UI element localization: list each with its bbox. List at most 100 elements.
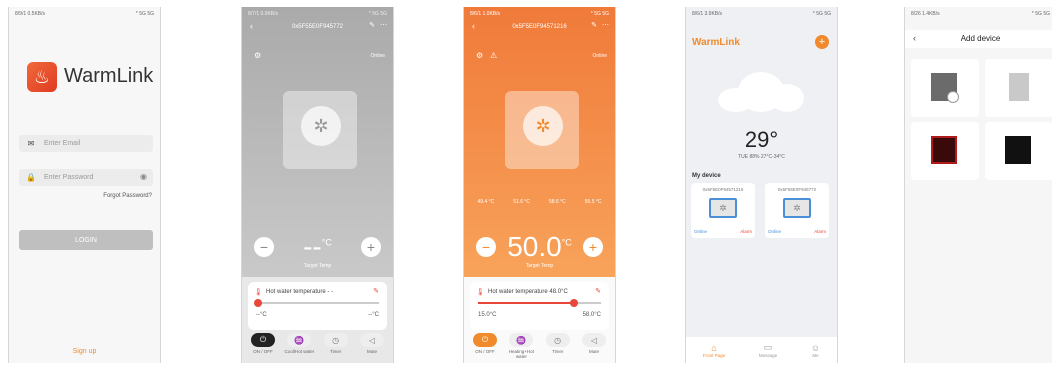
more-icon[interactable]: ⋯ xyxy=(380,21,387,29)
signup-link[interactable]: Sign up xyxy=(9,348,160,355)
status-right: * 5G 5G xyxy=(368,11,387,17)
hot-water-slider[interactable] xyxy=(254,299,379,307)
device-card[interactable]: 0x5F55E0F945772 ✲ Online Alarm xyxy=(765,183,829,238)
device-screen-off: 8/7/1 0.9KB/s * 5G 5G ‹ 0x5F55E0F945772 … xyxy=(241,7,394,363)
thermometer-icon: 🌡 xyxy=(476,289,485,296)
forgot-password-link[interactable]: Forgot Password? xyxy=(103,193,152,199)
heat-pump-thumb xyxy=(931,73,959,103)
hot-water-label: Hot water temperature xyxy=(266,289,326,295)
power-button[interactable]: ⏻ ON / OFF xyxy=(246,333,280,354)
mute-button[interactable]: ◁ Mute xyxy=(577,333,611,359)
device-status: Online Alarm xyxy=(768,229,826,234)
status-right: * 5G 5G xyxy=(812,11,831,17)
more-icon[interactable]: ⋯ xyxy=(602,21,609,29)
alarm-status: Alarm xyxy=(740,229,752,234)
decrease-button[interactable]: − xyxy=(476,237,496,257)
tab-me[interactable]: ☺ Me xyxy=(811,343,820,358)
online-status: Online xyxy=(592,53,607,59)
back-icon[interactable]: ‹ xyxy=(472,21,475,31)
temperature-unit: °C xyxy=(321,237,332,248)
timer-button[interactable]: ◷ Timer xyxy=(319,333,353,354)
settings-icon[interactable]: ⚙ xyxy=(254,51,261,60)
edit-icon[interactable]: ✎ xyxy=(595,287,601,295)
power-icon: ⏻ xyxy=(251,333,275,347)
power-button[interactable]: ⏻ ON / OFF xyxy=(468,333,502,359)
timer-icon: ◷ xyxy=(545,333,570,347)
controller-thumb xyxy=(931,136,957,164)
edit-icon[interactable]: ✎ xyxy=(369,21,375,29)
weather-details: TUE 88% 27°C-34°C xyxy=(738,154,785,160)
login-button[interactable]: LOGIN xyxy=(19,230,153,250)
water-icon: ♒ xyxy=(509,333,534,347)
status-left: 8/6/1 1.0KB/s xyxy=(470,11,501,17)
mode-button[interactable]: ♒ Heating+Hot water xyxy=(504,333,538,359)
slider-knob[interactable] xyxy=(569,299,578,307)
device-header: 8/7/1 0.9KB/s * 5G 5G ‹ 0x5F55E0F945772 … xyxy=(242,7,393,277)
device-screen-on: 8/6/1 1.0KB/s * 5G 5G ‹ 0x5F5E0F94571216… xyxy=(463,7,616,363)
mode-label: ON / OFF xyxy=(475,349,495,354)
speaker-icon: ◁ xyxy=(581,333,606,347)
increase-button[interactable]: + xyxy=(361,237,381,257)
mode-label: Timer xyxy=(329,349,342,354)
email-field[interactable]: ✉ Enter Email xyxy=(19,135,153,152)
temperature-unit: °C xyxy=(561,237,572,248)
mail-icon: ✉ xyxy=(27,139,35,148)
settings-icon[interactable]: ⚙ xyxy=(476,51,483,60)
screenshot-page: 8/9/1 0.5KB/s * 5G 5G ♨ WarmLink ✉ Enter… xyxy=(0,0,1052,369)
heat-pump-image: ✲ xyxy=(505,91,579,169)
add-device-button[interactable]: + xyxy=(815,35,829,49)
eye-icon[interactable]: ◉ xyxy=(140,172,147,181)
home-screen: 8/6/1 3.9KB/s * 5G 5G WarmLink + 29° TUE… xyxy=(685,7,838,363)
cloud-icon xyxy=(718,72,804,112)
temperature-value: -- xyxy=(303,231,322,262)
mode-label: Cool/Hot water xyxy=(284,349,315,354)
range-min: --°C xyxy=(256,312,267,318)
fan-icon: ✲ xyxy=(301,106,341,146)
online-status: Online xyxy=(370,53,385,59)
device-type-tile[interactable] xyxy=(911,122,979,180)
device-card[interactable]: 0x5F5E0F94571216 ✲ Online Alarm xyxy=(691,183,755,238)
timer-button[interactable]: ◷ Timer xyxy=(541,333,575,359)
add-device-screen: 8/26 1.4KB/s * 5G 5G ‹ Add device xyxy=(904,7,1052,363)
device-title: 0x5F55E0F945772 xyxy=(291,24,344,30)
device-type-tile[interactable] xyxy=(985,122,1052,180)
range-max: 58.0°C xyxy=(582,312,601,318)
lock-icon: 🔒 xyxy=(26,173,36,182)
increase-button[interactable]: + xyxy=(583,237,603,257)
tab-front-page[interactable]: ⌂ Front Page xyxy=(703,343,725,358)
reading: 51.6 °C xyxy=(513,199,530,205)
mode-button[interactable]: ♒ Cool/Hot water xyxy=(282,333,316,354)
mute-button[interactable]: ◁ Mute xyxy=(355,333,389,354)
decrease-button[interactable]: − xyxy=(254,237,274,257)
range-min: 15.0°C xyxy=(478,312,497,318)
hot-water-slider[interactable] xyxy=(478,299,601,307)
speaker-icon: ◁ xyxy=(359,333,384,347)
water-icon: ♒ xyxy=(287,333,312,347)
password-field[interactable]: 🔒 Enter Password ◉ xyxy=(19,169,153,186)
tab-bar: ⌂ Front Page ▭ Message ☺ Me xyxy=(686,337,837,363)
tab-message[interactable]: ▭ Message xyxy=(759,342,777,358)
temperature-value: 50.0 xyxy=(507,231,562,262)
edit-icon[interactable]: ✎ xyxy=(373,287,379,295)
warning-icon[interactable]: ⚠ xyxy=(490,51,497,60)
status-left: 8/6/1 3.9KB/s xyxy=(692,11,723,17)
target-label: Target Temp xyxy=(525,263,554,269)
user-icon: ☺ xyxy=(810,342,821,353)
fan-icon: ✲ xyxy=(523,106,563,146)
page-title: Add device xyxy=(960,34,1001,43)
device-type-tile[interactable] xyxy=(985,59,1052,117)
back-icon[interactable]: ‹ xyxy=(250,21,253,31)
device-status: Online Alarm xyxy=(694,229,752,234)
slider-knob[interactable] xyxy=(254,299,262,307)
device-header: 8/6/1 1.0KB/s * 5G 5G ‹ 0x5F5E0F94571216… xyxy=(464,7,615,277)
mode-label: ON / OFF xyxy=(253,349,273,354)
range-max: --°C xyxy=(368,312,379,318)
online-status: Online xyxy=(768,229,782,234)
status-left: 8/7/1 0.9KB/s xyxy=(248,11,279,17)
edit-icon[interactable]: ✎ xyxy=(591,21,597,29)
hot-water-value: - - xyxy=(327,289,334,295)
status-bar: 8/7/1 0.9KB/s * 5G 5G xyxy=(248,11,387,19)
status-right: * 5G 5G xyxy=(135,11,154,17)
device-type-tile[interactable] xyxy=(911,59,979,117)
login-screen: 8/9/1 0.5KB/s * 5G 5G ♨ WarmLink ✉ Enter… xyxy=(8,7,161,363)
